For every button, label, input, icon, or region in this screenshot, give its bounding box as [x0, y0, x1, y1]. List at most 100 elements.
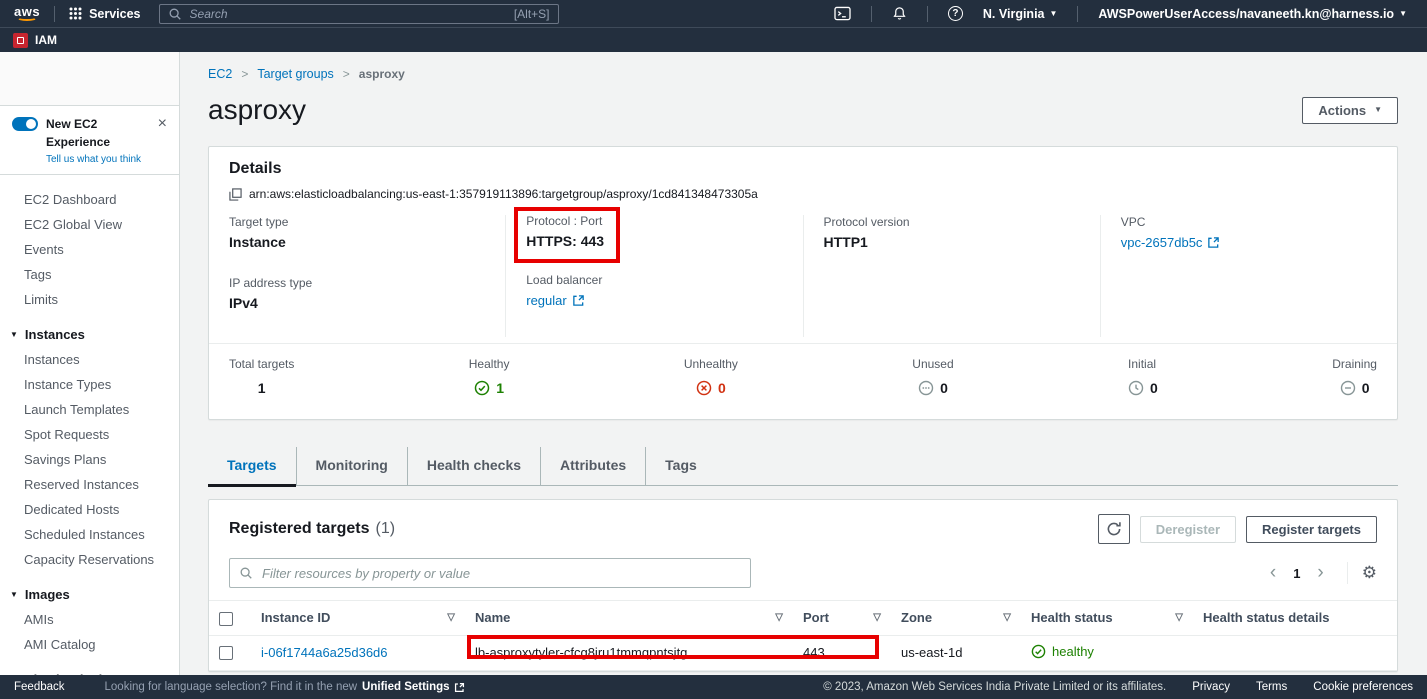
- new-experience-feedback-link[interactable]: Tell us what you think: [46, 154, 154, 165]
- sidebar-item-instance-types[interactable]: Instance Types: [0, 372, 179, 397]
- sidebar-item-dedicated-hosts[interactable]: Dedicated Hosts: [0, 497, 179, 522]
- cookie-preferences-link[interactable]: Cookie preferences: [1313, 681, 1413, 693]
- breadcrumb-current: asproxy: [359, 67, 405, 81]
- privacy-link[interactable]: Privacy: [1192, 681, 1230, 693]
- region-selector[interactable]: N. Virginia ▼: [973, 7, 1068, 21]
- chevron-down-icon: ▼: [1374, 106, 1382, 114]
- sidebar-item-reserved-instances[interactable]: Reserved Instances: [0, 472, 179, 497]
- sidebar-item-scheduled-instances[interactable]: Scheduled Instances: [0, 522, 179, 547]
- sidebar-section-instances[interactable]: ▼ Instances: [0, 321, 179, 347]
- sidebar-item-limits[interactable]: Limits: [0, 287, 179, 312]
- aws-logo[interactable]: aws: [14, 6, 40, 21]
- sort-icon[interactable]: ▽: [1003, 612, 1011, 623]
- triangle-down-icon: ▼: [10, 330, 18, 339]
- stat-value: 0: [1362, 380, 1370, 396]
- services-label: Services: [89, 7, 140, 21]
- stat-label: Initial: [1128, 357, 1158, 371]
- instance-id-link[interactable]: i-06f1744a6a25d36d6: [261, 645, 388, 660]
- sidebar-item-ec2-dashboard[interactable]: EC2 Dashboard: [0, 187, 179, 212]
- load-balancer-label: Load balancer: [526, 273, 782, 287]
- sidebar-item-capacity-reservations[interactable]: Capacity Reservations: [0, 547, 179, 572]
- sidebar-section-images[interactable]: ▼ Images: [0, 581, 179, 607]
- previous-page-icon[interactable]: ‹: [1261, 564, 1285, 582]
- sidebar-item-tags[interactable]: Tags: [0, 262, 179, 287]
- column-instance-id: Instance ID: [261, 610, 330, 625]
- feedback-link[interactable]: Feedback: [14, 681, 65, 693]
- global-search[interactable]: [Alt+S]: [159, 4, 559, 24]
- filter-input[interactable]: [260, 565, 741, 582]
- stat-initial: Initial 0: [1128, 357, 1158, 401]
- terms-link[interactable]: Terms: [1256, 681, 1287, 693]
- sidebar-item-spot-requests[interactable]: Spot Requests: [0, 422, 179, 447]
- pagination-divider: [1347, 562, 1348, 584]
- sort-icon[interactable]: ▽: [873, 612, 881, 623]
- sidebar-item-events[interactable]: Events: [0, 237, 179, 262]
- settings-gear-icon[interactable]: ⚙: [1362, 563, 1377, 583]
- sidebar-item-instances[interactable]: Instances: [0, 347, 179, 372]
- iam-shortcut[interactable]: IAM: [35, 33, 57, 47]
- target-type-value: Instance: [229, 234, 286, 250]
- sort-icon[interactable]: ▽: [1175, 612, 1183, 623]
- details-card: Details arn:aws:elasticloadbalancing:us-…: [208, 146, 1398, 420]
- protocol-version-value: HTTP1: [824, 234, 868, 250]
- cloudshell-button[interactable]: [824, 6, 861, 21]
- unified-settings-link[interactable]: Unified Settings: [362, 681, 465, 693]
- stat-value: 1: [258, 380, 266, 396]
- search-shortcut: [Alt+S]: [514, 7, 550, 21]
- sidebar-item-launch-templates[interactable]: Launch Templates: [0, 397, 179, 422]
- stat-unhealthy: Unhealthy 0: [684, 357, 738, 401]
- account-menu[interactable]: AWSPowerUserAccess/navaneeth.kn@harness.…: [1088, 7, 1417, 21]
- sidebar-item-amis[interactable]: AMIs: [0, 607, 179, 632]
- copy-icon[interactable]: [229, 188, 242, 201]
- ip-address-type-label: IP address type: [229, 276, 485, 290]
- load-balancer-link[interactable]: regular: [526, 293, 584, 308]
- sidebar-top-strip: [0, 52, 179, 105]
- close-icon[interactable]: ×: [154, 115, 169, 131]
- notifications-button[interactable]: [882, 6, 917, 21]
- chevron-down-icon: ▼: [1399, 10, 1407, 18]
- register-targets-button[interactable]: Register targets: [1246, 516, 1377, 543]
- vpc-link[interactable]: vpc-2657db5c: [1121, 235, 1221, 250]
- registered-targets-card: Registered targets (1) Deregister Regist…: [208, 499, 1398, 672]
- x-circle-icon: [696, 380, 712, 396]
- sidebar: New EC2 Experience Tell us what you thin…: [0, 52, 180, 675]
- ip-address-type-value: IPv4: [229, 295, 258, 311]
- tab-monitoring[interactable]: Monitoring: [296, 447, 407, 485]
- sidebar-section-title: Instances: [25, 327, 85, 342]
- deregister-button[interactable]: Deregister: [1140, 516, 1236, 543]
- tab-health-checks[interactable]: Health checks: [407, 447, 540, 485]
- search-input[interactable]: [188, 6, 508, 22]
- select-all-checkbox[interactable]: [219, 612, 233, 626]
- stat-draining: Draining 0: [1332, 357, 1377, 401]
- aws-logo-swoosh: [17, 15, 37, 21]
- sidebar-item-ec2-global-view[interactable]: EC2 Global View: [0, 212, 179, 237]
- sort-icon[interactable]: ▽: [775, 612, 783, 623]
- tab-targets[interactable]: Targets: [208, 447, 296, 485]
- breadcrumb-target-groups[interactable]: Target groups: [257, 67, 333, 81]
- sidebar-section-elastic-block-store[interactable]: ▼ Elastic Block Store: [0, 666, 179, 675]
- sidebar-item-savings-plans[interactable]: Savings Plans: [0, 447, 179, 472]
- nav-divider: [54, 6, 55, 22]
- actions-button[interactable]: Actions ▼: [1302, 97, 1398, 124]
- protocol-version-label: Protocol version: [824, 215, 1080, 229]
- page-number[interactable]: 1: [1289, 566, 1304, 581]
- row-checkbox[interactable]: [219, 646, 233, 660]
- stat-value: 0: [940, 380, 948, 396]
- sidebar-item-ami-catalog[interactable]: AMI Catalog: [0, 632, 179, 657]
- sort-icon[interactable]: ▽: [447, 612, 455, 623]
- nav-divider: [1077, 6, 1078, 22]
- search-icon: [239, 566, 253, 580]
- new-experience-toggle[interactable]: [12, 117, 38, 131]
- help-button[interactable]: ?: [938, 6, 973, 21]
- refresh-button[interactable]: [1098, 514, 1130, 544]
- bell-icon: [892, 6, 907, 21]
- breadcrumb-ec2[interactable]: EC2: [208, 67, 232, 81]
- target-health-summary: Total targets 1 Healthy 1 Unhealthy 0 Un…: [209, 343, 1397, 419]
- stat-label: Draining: [1332, 357, 1377, 371]
- services-menu[interactable]: Services: [65, 7, 144, 21]
- tab-tags[interactable]: Tags: [645, 447, 716, 485]
- pagination: ‹ 1 › ⚙: [1261, 562, 1377, 584]
- tab-attributes[interactable]: Attributes: [540, 447, 645, 485]
- next-page-icon[interactable]: ›: [1308, 564, 1332, 582]
- column-zone: Zone: [901, 610, 932, 625]
